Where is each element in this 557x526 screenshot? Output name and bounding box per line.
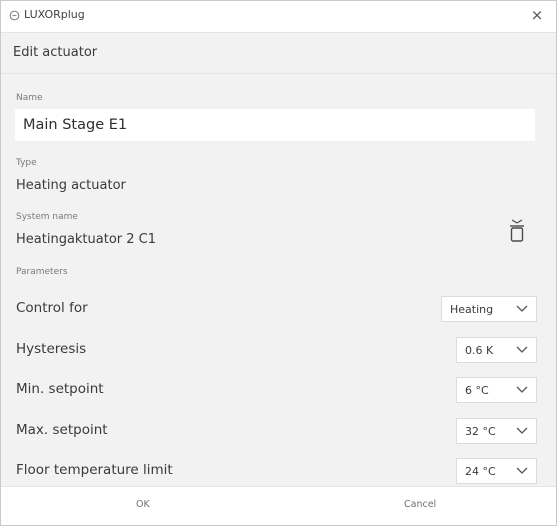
system-name-label: System name — [16, 212, 78, 222]
max-setpoint-select[interactable]: 32 °C — [456, 418, 537, 444]
type-label: Type — [16, 158, 37, 168]
chevron-down-icon — [516, 346, 528, 353]
cancel-button[interactable]: Cancel — [404, 499, 436, 510]
param-label-floor-temperature-limit: Floor temperature limit — [16, 462, 173, 478]
dialog-content: Name Type Heating actuator System name H… — [1, 74, 556, 487]
max-setpoint-value: 32 °C — [465, 425, 496, 438]
dialog-window: LUXORplug × Edit actuator Name Type Heat… — [0, 0, 557, 526]
chevron-down-icon — [516, 305, 528, 312]
window-title: LUXORplug — [24, 8, 85, 21]
parameters-label: Parameters — [16, 267, 68, 277]
chevron-down-icon — [516, 467, 528, 474]
system-name-value: Heatingaktuator 2 C1 — [16, 232, 157, 247]
trash-icon[interactable] — [508, 219, 526, 243]
param-label-control-for: Control for — [16, 300, 88, 316]
floor-temperature-limit-value: 24 °C — [465, 465, 496, 478]
hysteresis-select[interactable]: 0.6 K — [456, 337, 537, 363]
type-value: Heating actuator — [16, 178, 126, 193]
dialog-title: Edit actuator — [13, 45, 98, 60]
param-label-hysteresis: Hysteresis — [16, 341, 87, 357]
min-setpoint-select[interactable]: 6 °C — [456, 377, 537, 403]
floor-temperature-limit-select[interactable]: 24 °C — [456, 458, 537, 484]
ok-button[interactable]: OK — [136, 499, 150, 510]
chevron-down-icon — [516, 427, 528, 434]
dialog-footer: OK Cancel — [1, 486, 556, 525]
close-icon[interactable]: × — [528, 6, 546, 24]
hysteresis-value: 0.6 K — [465, 344, 494, 357]
dialog-header: Edit actuator — [1, 32, 556, 74]
param-label-min-setpoint: Min. setpoint — [16, 381, 104, 397]
min-setpoint-value: 6 °C — [465, 384, 489, 397]
param-label-max-setpoint: Max. setpoint — [16, 422, 108, 438]
name-input[interactable] — [15, 109, 535, 141]
control-for-select[interactable]: Heating — [441, 296, 537, 322]
name-label: Name — [16, 93, 43, 103]
chevron-down-icon — [516, 386, 528, 393]
luxorplug-icon — [9, 10, 20, 21]
title-bar: LUXORplug × — [1, 1, 556, 31]
control-for-value: Heating — [450, 303, 494, 316]
